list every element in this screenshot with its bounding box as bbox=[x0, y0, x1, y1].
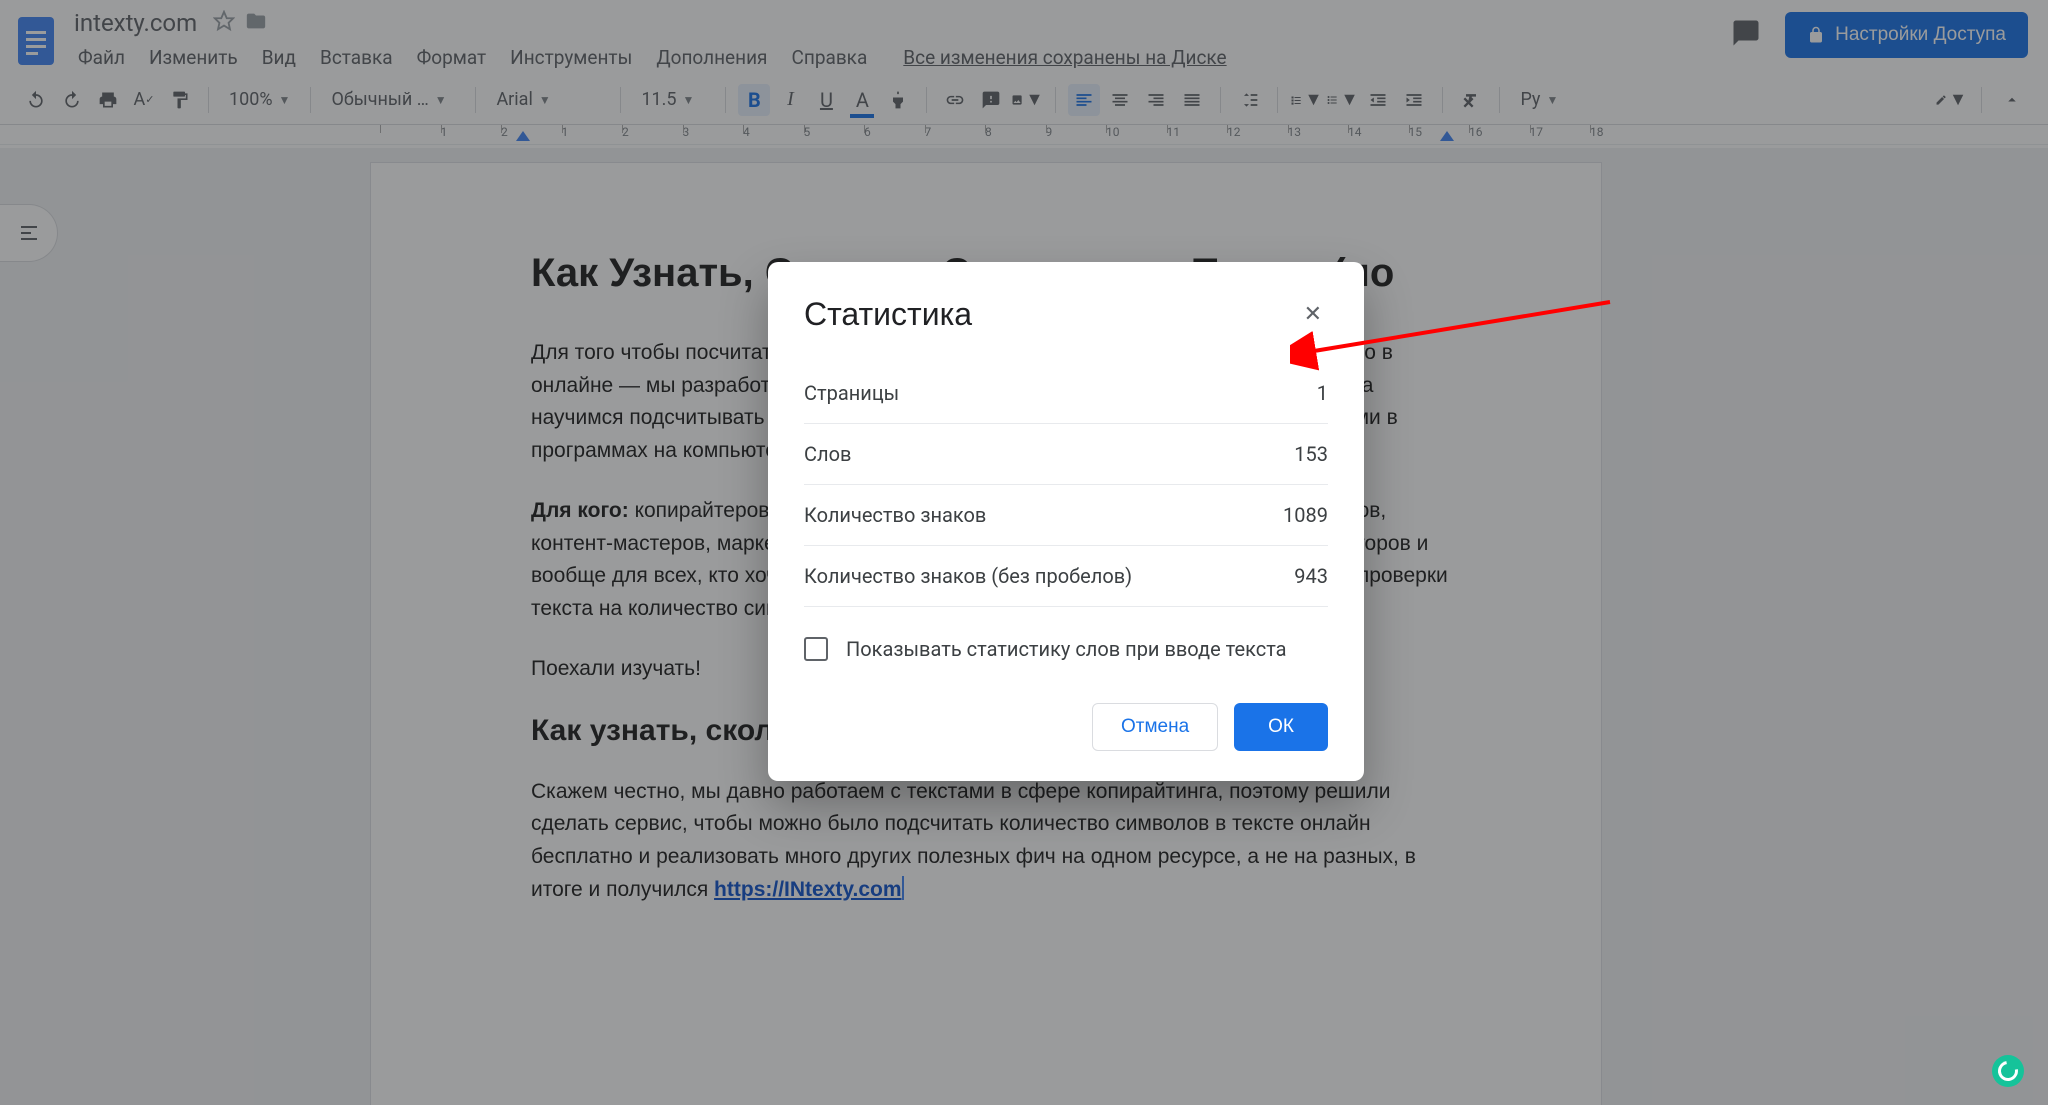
dialog-title: Статистика bbox=[804, 296, 972, 333]
close-icon[interactable]: ✕ bbox=[1298, 298, 1328, 331]
checkbox-icon[interactable] bbox=[804, 637, 828, 661]
stat-row-chars-no-spaces: Количество знаков (без пробелов) 943 bbox=[804, 546, 1328, 607]
statistics-dialog: Статистика ✕ Страницы 1 Слов 153 Количес… bbox=[768, 262, 1364, 781]
stat-row-chars: Количество знаков 1089 bbox=[804, 485, 1328, 546]
stat-row-words: Слов 153 bbox=[804, 424, 1328, 485]
show-word-count-checkbox[interactable]: Показывать статистику слов при вводе тек… bbox=[804, 637, 1328, 661]
stat-row-pages: Страницы 1 bbox=[804, 363, 1328, 424]
grammarly-badge[interactable] bbox=[1992, 1055, 2024, 1087]
cancel-button[interactable]: Отмена bbox=[1092, 703, 1218, 751]
ok-button[interactable]: ОК bbox=[1234, 703, 1328, 751]
